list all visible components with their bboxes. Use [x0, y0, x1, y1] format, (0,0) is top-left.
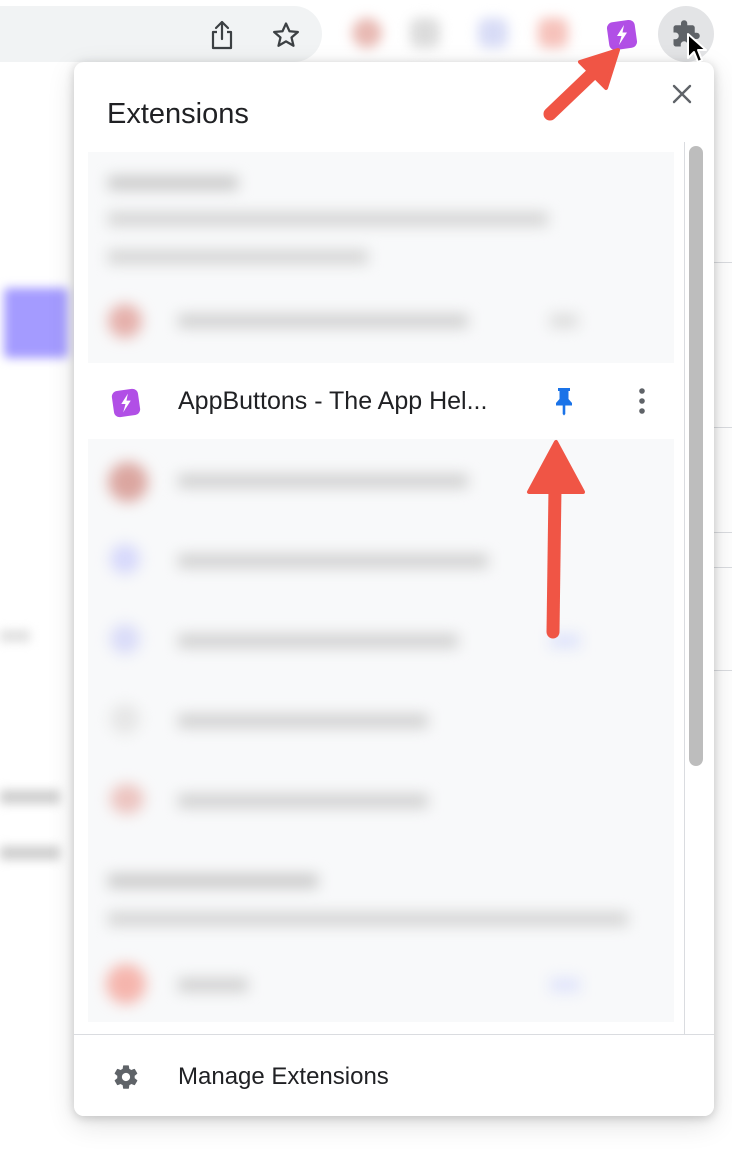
- gear-icon: [114, 1065, 138, 1089]
- annotation-arrow-pin: [527, 440, 585, 639]
- manage-extensions-button[interactable]: Manage Extensions: [74, 1034, 714, 1116]
- appbuttons-icon: [111, 388, 141, 418]
- popup-title: Extensions: [107, 98, 249, 130]
- more-vert-icon: [639, 388, 645, 414]
- more-options-button[interactable]: [628, 383, 656, 419]
- scrollbar[interactable]: [684, 142, 704, 1034]
- background-page-lines: [714, 62, 732, 1062]
- scrollbar-thumb[interactable]: [689, 146, 703, 766]
- star-icon: [273, 22, 299, 47]
- pin-icon: [556, 388, 572, 416]
- extension-name: AppButtons - The App Hel...: [178, 387, 488, 415]
- close-button[interactable]: [664, 76, 700, 112]
- bookmark-button[interactable]: [266, 15, 306, 55]
- appbuttons-extension-icon: [110, 387, 142, 419]
- extensions-popup: Extensions AppButtons - The App Hel... M…: [74, 62, 714, 1116]
- extension-row-appbuttons[interactable]: AppButtons - The App Hel...: [88, 363, 674, 439]
- pin-button[interactable]: [546, 383, 582, 419]
- close-icon: [672, 84, 692, 104]
- share-icon: [211, 20, 233, 50]
- mouse-cursor-icon: [687, 33, 707, 63]
- share-button[interactable]: [202, 15, 242, 55]
- annotation-arrow-toolbar: [543, 48, 620, 121]
- background-page: [0, 70, 74, 1156]
- manage-extensions-label: Manage Extensions: [178, 1063, 389, 1090]
